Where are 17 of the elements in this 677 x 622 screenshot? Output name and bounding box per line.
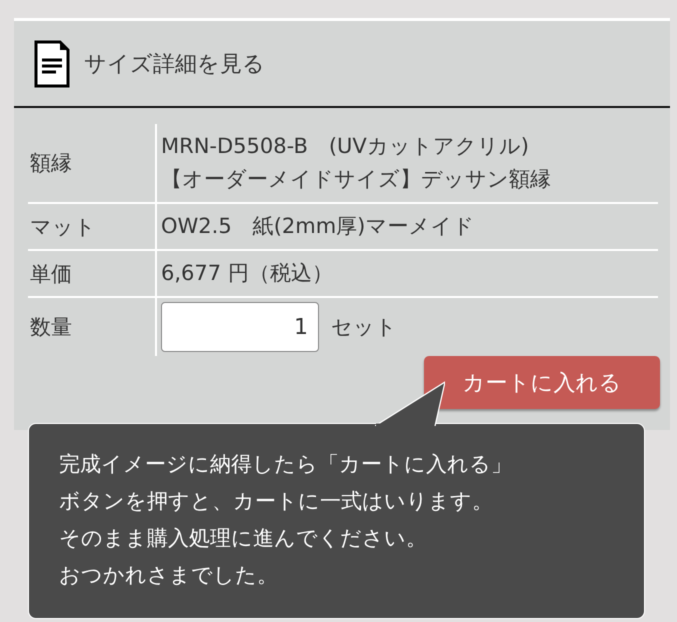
row-label: 数量: [28, 298, 157, 356]
row-value: MRN-D5508-B (UVカットアクリル): [161, 133, 530, 160]
row-label: 単価: [28, 251, 157, 296]
quantity-field[interactable]: 1: [161, 302, 319, 352]
row-label: マット: [28, 204, 157, 249]
tooltip-text: ボタンを押すと、カートに一式はいります。: [59, 488, 494, 515]
unit-text: セット: [331, 314, 397, 340]
tooltip-text: そのまま購入処理に進んでください。: [59, 525, 428, 552]
row-value: 【オーダーメイドサイズ】デッサン額縁: [161, 166, 552, 193]
section-title[interactable]: サイズ詳細を見る: [84, 48, 265, 78]
tooltip-text: 完成イメージに納得したら「カートに入れる」: [59, 451, 513, 478]
add-to-cart-button[interactable]: カートに入れる: [424, 356, 660, 409]
document-icon: [34, 40, 70, 88]
row-label: 額縁: [28, 124, 157, 202]
row-value: 6,677 円（税込）: [161, 260, 334, 287]
row-value: OW2.5 紙(2mm厚)マーメイド: [161, 213, 476, 240]
tooltip-text: おつかれさまでした。: [59, 562, 279, 589]
